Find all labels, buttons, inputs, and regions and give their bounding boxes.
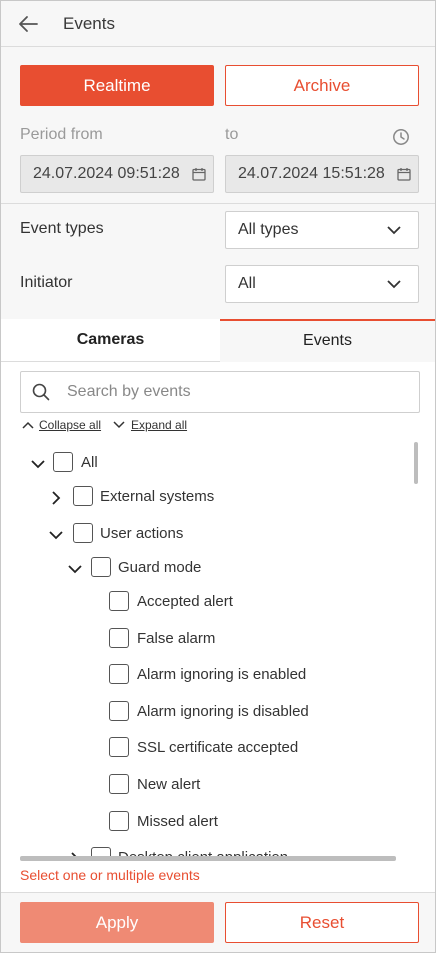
chevron-down-icon[interactable]	[68, 562, 82, 576]
tree-node-label: New alert	[137, 776, 201, 793]
checkbox[interactable]	[91, 557, 111, 577]
divider	[1, 203, 435, 204]
event-types-label: Event types	[20, 220, 104, 237]
tree-node-label: Alarm ignoring is enabled	[137, 666, 307, 683]
checkbox[interactable]	[109, 664, 129, 684]
arrow-left-icon[interactable]	[17, 14, 39, 34]
initiator-select[interactable]: All	[225, 265, 419, 303]
clock-icon[interactable]	[392, 128, 410, 146]
period-to-field[interactable]: 24.07.2024 15:51:28	[225, 155, 419, 193]
tree-node-label: User actions	[100, 525, 184, 542]
initiator-label: Initiator	[20, 274, 73, 291]
realtime-button[interactable]: Realtime	[20, 65, 214, 106]
checkbox[interactable]	[53, 452, 73, 472]
tab-cameras[interactable]: Cameras	[1, 319, 220, 362]
tree-node-all: All	[1, 452, 401, 476]
period-from-value: 24.07.2024 09:51:28	[33, 165, 180, 182]
tree-node-label: Missed alert	[137, 813, 218, 830]
chevron-up-icon[interactable]	[22, 421, 34, 429]
chevron-right-icon[interactable]	[49, 491, 63, 505]
validation-hint: Select one or multiple events	[20, 867, 200, 883]
search-input[interactable]	[67, 380, 397, 404]
page-title: Events	[63, 14, 115, 33]
search-box[interactable]	[20, 371, 420, 413]
checkbox[interactable]	[109, 701, 129, 721]
events-panel: Events Realtime Archive Period from to 2…	[0, 0, 436, 953]
event-types-select[interactable]: All types	[225, 211, 419, 249]
tree-node-label: Guard mode	[118, 559, 202, 576]
event-tree: All External systems User actions Guard …	[1, 442, 411, 856]
tree-node-label: All	[81, 454, 98, 471]
tree-node-label: Accepted alert	[137, 593, 233, 610]
calendar-icon[interactable]	[192, 167, 206, 181]
search-icon	[32, 383, 50, 401]
tree-node-external-systems: External systems	[1, 486, 401, 510]
chevron-down-icon[interactable]	[31, 457, 45, 471]
calendar-icon[interactable]	[397, 167, 411, 181]
event-types-value: All types	[238, 221, 299, 238]
period-from-label: Period from	[20, 126, 103, 143]
period-to-label: to	[225, 126, 239, 143]
tree-node-label: Desktop client application	[118, 847, 288, 856]
reset-button[interactable]: Reset	[225, 902, 419, 943]
chevron-down-icon	[387, 226, 401, 235]
tree-node-user-actions: User actions	[1, 523, 401, 547]
tab-events[interactable]: Events	[220, 319, 435, 362]
collapse-all-link[interactable]: Collapse all	[39, 418, 101, 432]
period-from-field[interactable]: 24.07.2024 09:51:28	[20, 155, 214, 193]
tree-node-guard-mode: Guard mode	[1, 557, 401, 581]
tree-node-label: SSL certificate accepted	[137, 739, 299, 756]
checkbox[interactable]	[73, 486, 93, 506]
checkbox[interactable]	[73, 523, 93, 543]
tree-leaf-item: Alarm ignoring is disabled	[1, 701, 401, 725]
checkbox[interactable]	[91, 847, 111, 856]
vertical-scrollbar[interactable]	[414, 442, 418, 484]
apply-button[interactable]: Apply	[20, 902, 214, 943]
events-tree-area: Collapse all Expand all All External sys…	[1, 362, 435, 892]
tree-node-label: External systems	[100, 488, 215, 505]
horizontal-scrollbar[interactable]	[20, 856, 396, 861]
period-to-value: 24.07.2024 15:51:28	[238, 165, 385, 182]
checkbox[interactable]	[109, 811, 129, 831]
expand-all-link[interactable]: Expand all	[131, 418, 187, 432]
tree-node-label: False alarm	[137, 630, 216, 647]
checkbox[interactable]	[109, 737, 129, 757]
chevron-down-icon	[387, 280, 401, 289]
tree-node-label: Alarm ignoring is disabled	[137, 703, 309, 720]
archive-button[interactable]: Archive	[225, 65, 419, 106]
tabs: Cameras Events	[1, 319, 435, 362]
header: Events	[1, 1, 435, 47]
initiator-value: All	[238, 275, 256, 292]
tree-node-desktop-client: Desktop client application	[1, 847, 401, 856]
chevron-down-icon[interactable]	[113, 421, 125, 429]
tree-leaf-item: Alarm ignoring is enabled	[1, 664, 401, 688]
tree-leaf-item: New alert	[1, 774, 401, 798]
chevron-down-icon[interactable]	[49, 528, 63, 542]
checkbox[interactable]	[109, 774, 129, 794]
footer: Apply Reset	[1, 892, 435, 952]
checkbox[interactable]	[109, 591, 129, 611]
tree-leaf-item: False alarm	[1, 628, 401, 652]
checkbox[interactable]	[109, 628, 129, 648]
tree-leaf-item: SSL certificate accepted	[1, 737, 401, 761]
tree-leaf-item: Accepted alert	[1, 591, 401, 615]
tree-leaf-item: Missed alert	[1, 811, 401, 835]
